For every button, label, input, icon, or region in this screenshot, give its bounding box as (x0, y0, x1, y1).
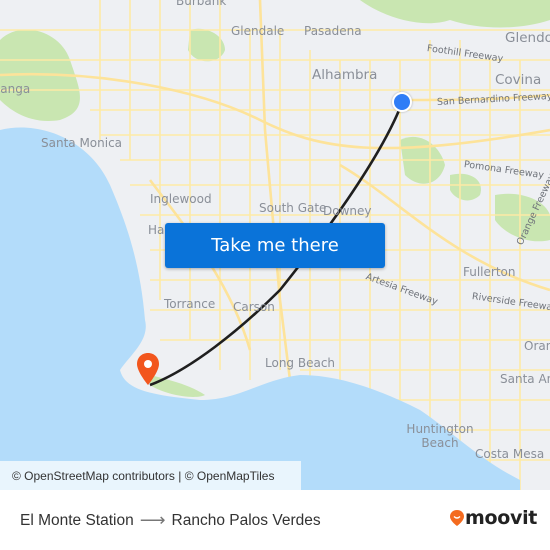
place-label: Carson (233, 300, 275, 314)
place-label: Long Beach (265, 356, 336, 370)
moovit-logo[interactable]: moovit (449, 507, 537, 529)
place-label: Downey (323, 204, 372, 218)
place-label: Santa Monica (41, 136, 123, 150)
map-attribution[interactable]: © OpenStreetMap contributors | © OpenMap… (0, 461, 301, 490)
place-label: Torrance (164, 297, 216, 311)
place-label: South Gate (259, 201, 327, 215)
place-label: Glendale (231, 24, 285, 38)
place-label: Covina (495, 72, 542, 88)
place-label: Pasadena (304, 24, 362, 38)
arrow-right-icon: ⟶ (139, 510, 166, 530)
place-label: Santa Ana (500, 372, 550, 386)
moovit-pin-icon (450, 510, 464, 526)
place-label: Orange (524, 339, 550, 353)
destination-pin-icon[interactable] (136, 352, 160, 390)
place-label: Alhambra (312, 67, 378, 83)
origin-dot-icon[interactable] (392, 92, 412, 112)
place-label: Fullerton (463, 265, 516, 279)
map[interactable]: Burbank Glendale Pasadena Glendora Alham… (0, 0, 550, 490)
park-area (360, 0, 550, 28)
brand-name: moovit (465, 507, 538, 529)
place-label: Burbank (176, 0, 227, 8)
place-label: Huntington Beach (406, 422, 474, 450)
take-me-there-button[interactable]: Take me there (165, 223, 385, 268)
destination-name: Rancho Palos Verdes (171, 511, 321, 529)
place-label: Inglewood (150, 192, 212, 206)
place-label: Costa Mesa (475, 447, 545, 461)
route-summary: El Monte Station ⟶ Rancho Palos Verdes (20, 510, 321, 531)
origin-name: El Monte Station (20, 511, 134, 529)
park-area (450, 173, 481, 201)
place-label: Topanga (0, 82, 31, 96)
place-label: Glendora (505, 30, 550, 46)
